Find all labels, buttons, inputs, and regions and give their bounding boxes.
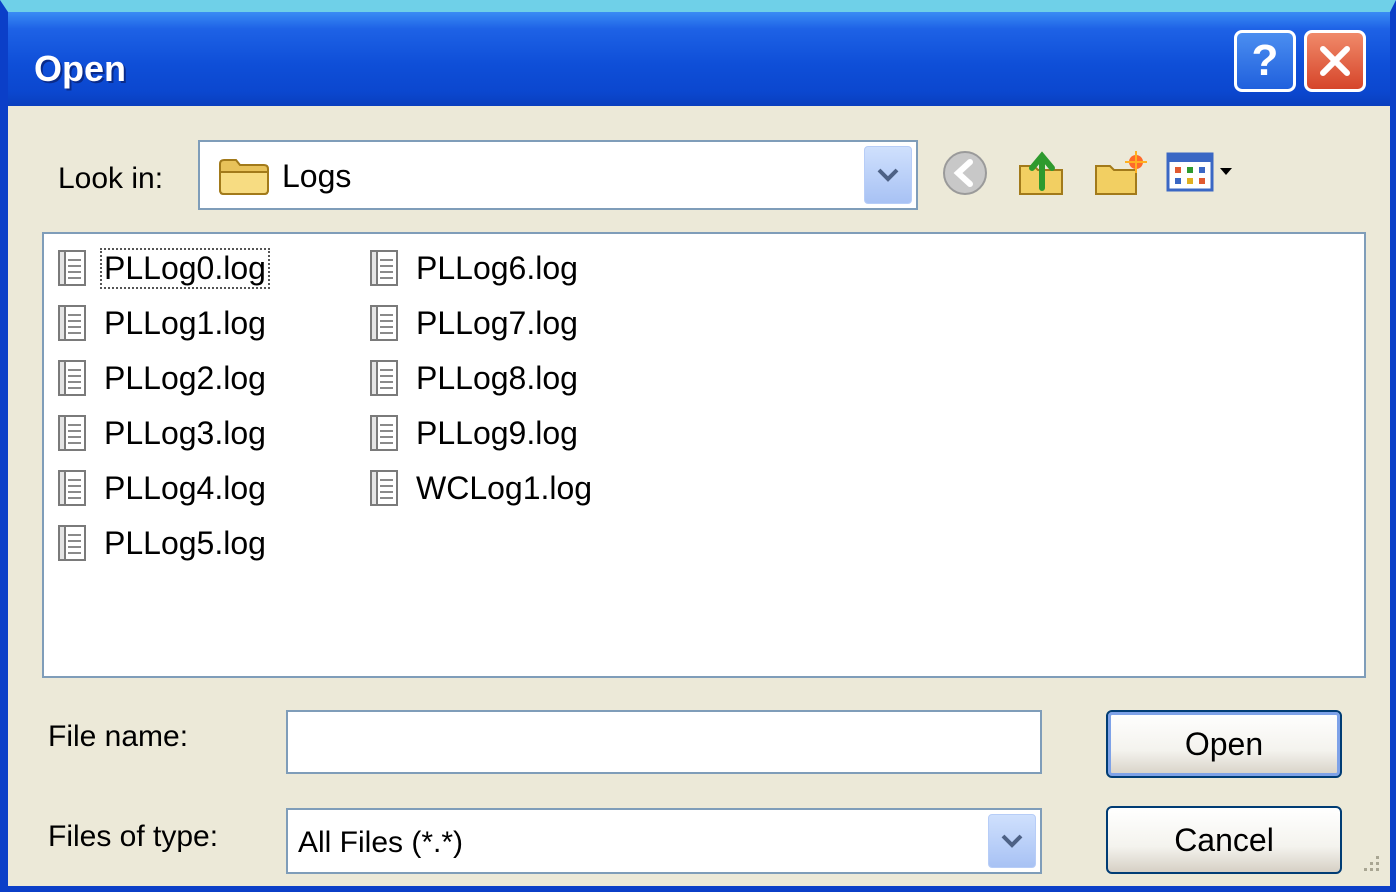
log-file-icon [370,360,398,396]
log-file-icon [370,470,398,506]
file-type-label: Files of type: [48,820,219,853]
cancel-button-label: Cancel [1174,821,1274,858]
open-dialog: Open ? Look in: Logs PLLog0.log PLLog1.l… [0,0,1396,892]
log-file-icon [58,470,86,506]
log-file-icon [58,360,86,396]
file-item[interactable]: PLLog4.log [56,464,268,512]
file-name-input[interactable] [286,710,1042,774]
look-in-dropdown-arrow[interactable] [864,146,912,204]
look-in-value: Logs [282,158,352,194]
dialog-body: Look in: Logs PLLog0.log PLLog1.log PLLo… [8,106,1390,886]
new-folder-icon[interactable] [1092,148,1148,200]
log-file-icon [370,305,398,341]
up-folder-icon[interactable] [1016,148,1068,200]
open-button-label: Open [1184,725,1264,762]
log-file-icon [58,525,86,561]
close-button[interactable] [1304,30,1366,92]
file-item[interactable]: PLLog8.log [368,354,580,402]
log-file-icon [58,415,86,451]
title-bar[interactable]: Open ? [8,12,1390,106]
file-name: WCLog1.log [416,469,593,506]
file-name-label: File name: [48,720,189,753]
file-name: PLLog1.log [104,304,266,341]
file-name: PLLog9.log [416,414,578,451]
file-item[interactable]: PLLog2.log [56,354,268,402]
file-name: PLLog3.log [104,414,266,451]
file-item[interactable]: PLLog9.log [368,409,580,457]
cancel-button[interactable]: Cancel [1106,806,1342,874]
file-type-value: All Files (*.*) [298,826,464,859]
file-name: PLLog0.log [100,247,270,289]
chevron-down-icon [877,168,899,182]
log-file-icon [58,305,86,341]
open-button[interactable]: Open [1106,710,1342,778]
look-in-label: Look in: [58,162,164,195]
file-item[interactable]: PLLog3.log [56,409,268,457]
log-file-icon [58,250,86,286]
file-type-dropdown-arrow[interactable] [988,814,1036,868]
help-button[interactable]: ? [1234,30,1296,92]
file-item[interactable]: WCLog1.log [368,464,594,512]
view-menu-icon[interactable] [1166,148,1238,196]
resize-grip-icon[interactable] [1354,850,1382,878]
file-type-dropdown[interactable]: All Files (*.*) [286,808,1042,874]
file-item[interactable]: PLLog6.log [368,244,580,292]
folder-icon [219,159,269,195]
file-name: PLLog6.log [416,249,578,286]
log-file-icon [370,415,398,451]
back-icon[interactable] [940,148,990,198]
dialog-title: Open [34,48,127,89]
close-icon [1320,46,1350,76]
file-item[interactable]: PLLog7.log [368,299,580,347]
file-name: PLLog2.log [104,359,266,396]
help-icon: ? [1251,36,1279,85]
file-name: PLLog5.log [104,524,266,561]
file-item[interactable]: PLLog5.log [56,519,268,567]
file-name: PLLog4.log [104,469,266,506]
file-name: PLLog8.log [416,359,578,396]
file-item[interactable]: PLLog0.log [56,244,270,292]
file-item[interactable]: PLLog1.log [56,299,268,347]
chevron-down-icon [1001,834,1023,848]
log-file-icon [370,250,398,286]
file-list[interactable]: PLLog0.log PLLog1.log PLLog2.log PLLog3.log… [42,232,1366,678]
look-in-dropdown[interactable]: Logs [198,140,918,210]
file-name: PLLog7.log [416,304,578,341]
